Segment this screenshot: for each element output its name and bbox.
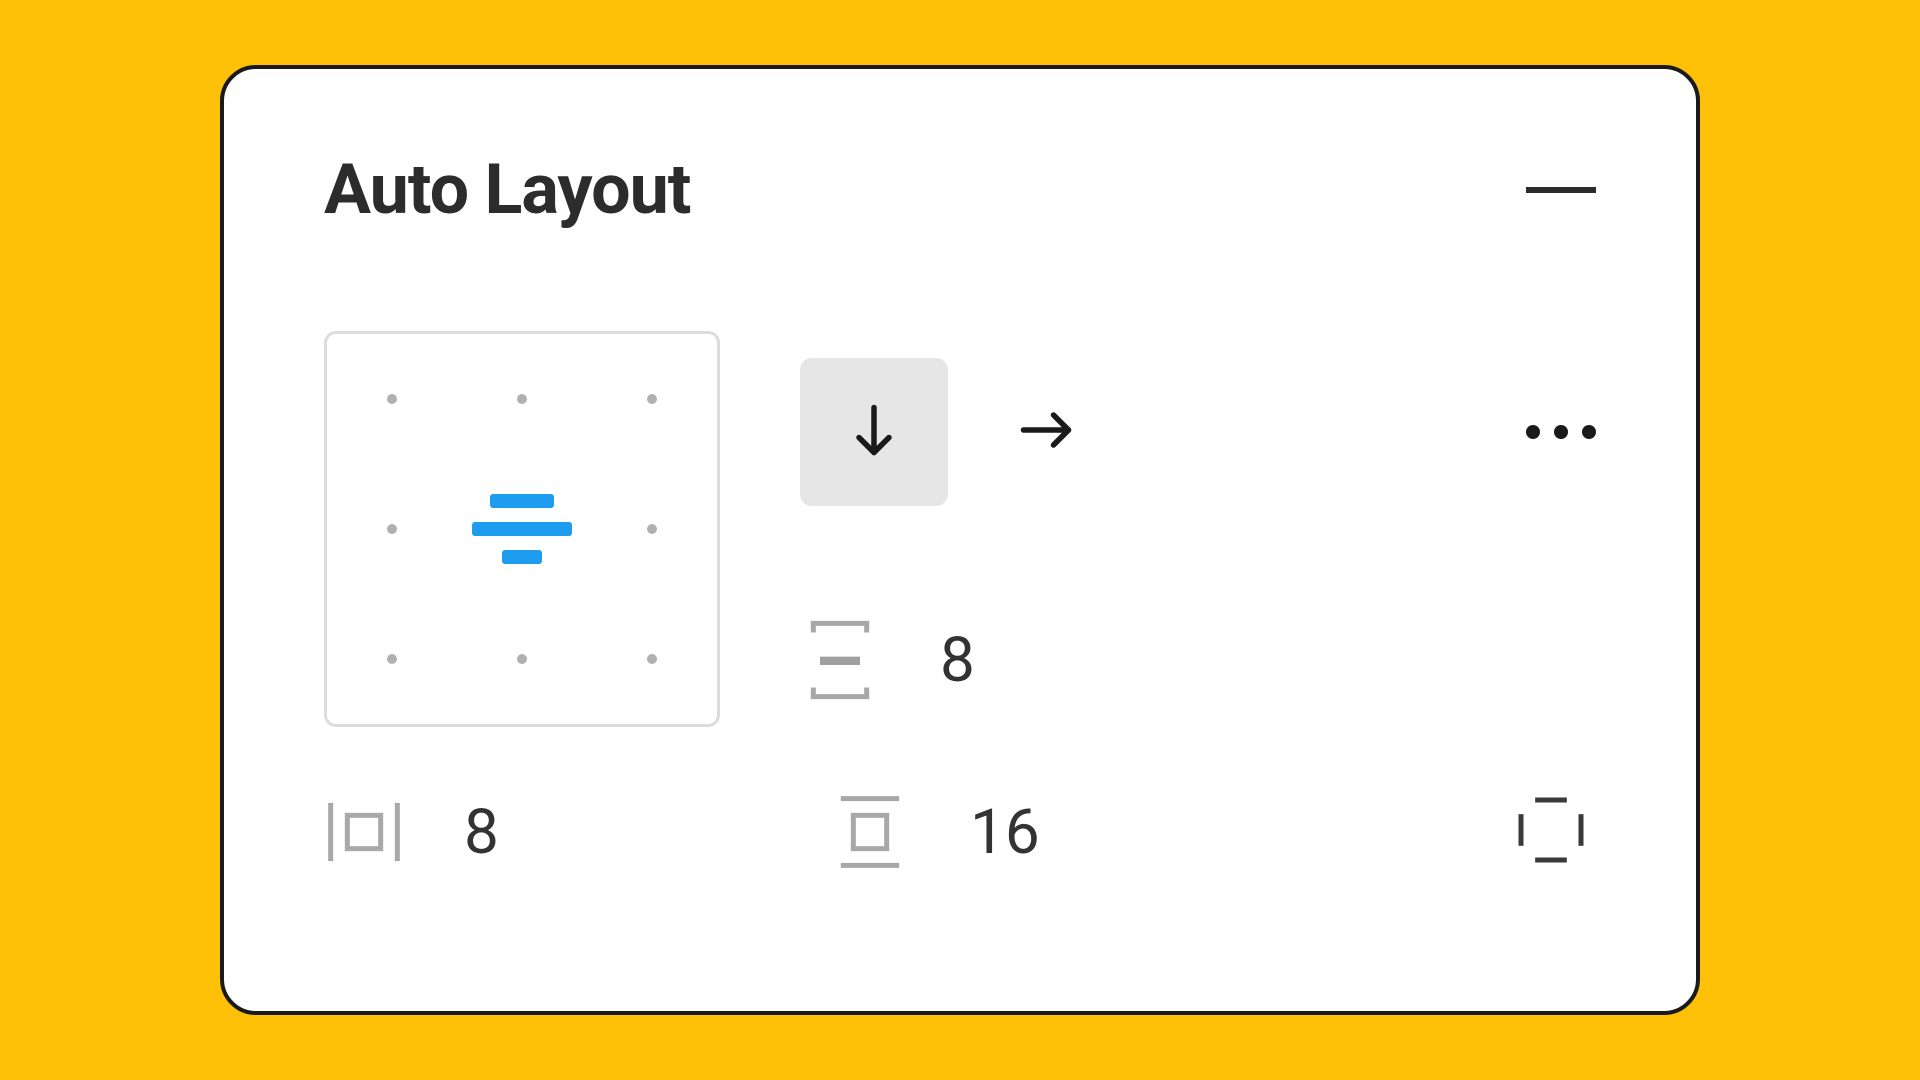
auto-layout-panel: Auto Layout	[220, 65, 1700, 1015]
horizontal-padding-value: 8	[464, 796, 499, 869]
align-top-center[interactable]	[457, 334, 587, 464]
align-active-indicator-icon	[472, 494, 572, 564]
arrow-down-icon	[844, 400, 904, 464]
align-middle-right[interactable]	[587, 464, 717, 594]
independent-padding-button[interactable]	[1506, 787, 1596, 877]
item-spacing-icon	[800, 620, 880, 700]
item-spacing-value: 8	[940, 624, 975, 697]
vertical-padding-value: 16	[970, 796, 1040, 869]
panel-header: Auto Layout	[324, 149, 1596, 231]
align-top-left[interactable]	[327, 334, 457, 464]
align-dot-icon	[387, 524, 397, 534]
collapse-icon[interactable]	[1526, 187, 1596, 193]
more-options-button[interactable]	[1526, 425, 1596, 439]
more-icon	[1526, 425, 1540, 439]
align-dot-icon	[387, 654, 397, 664]
horizontal-padding-icon	[324, 792, 404, 872]
align-bottom-left[interactable]	[327, 594, 457, 724]
arrow-right-icon	[1016, 400, 1076, 464]
more-icon	[1582, 425, 1596, 439]
align-middle-left[interactable]	[327, 464, 457, 594]
align-dot-icon	[647, 654, 657, 664]
align-bottom-right[interactable]	[587, 594, 717, 724]
align-middle-center[interactable]	[457, 464, 587, 594]
more-icon	[1554, 425, 1568, 439]
align-dot-icon	[387, 394, 397, 404]
vertical-padding-icon	[830, 792, 910, 872]
alignment-picker[interactable]	[324, 331, 720, 727]
align-dot-icon	[517, 394, 527, 404]
direction-toggle-group	[800, 358, 1120, 506]
align-dot-icon	[647, 524, 657, 534]
direction-horizontal-button[interactable]	[972, 358, 1120, 506]
panel-body: 8 8 16	[324, 331, 1596, 877]
vertical-padding-field[interactable]: 16	[830, 792, 1040, 872]
align-dot-icon	[517, 654, 527, 664]
horizontal-padding-field[interactable]: 8	[324, 792, 800, 872]
align-top-right[interactable]	[587, 334, 717, 464]
direction-vertical-button[interactable]	[800, 358, 948, 506]
panel-title: Auto Layout	[324, 149, 691, 231]
align-dot-icon	[647, 394, 657, 404]
item-spacing-field[interactable]: 8	[800, 620, 1120, 700]
independent-padding-icon	[1511, 790, 1591, 874]
align-bottom-center[interactable]	[457, 594, 587, 724]
